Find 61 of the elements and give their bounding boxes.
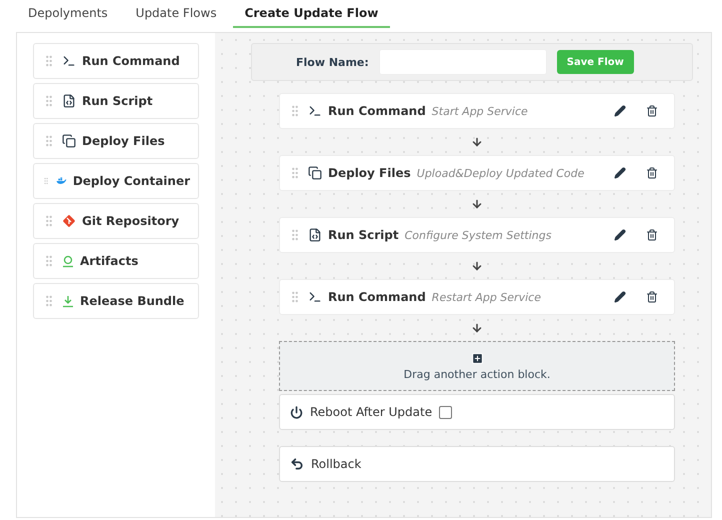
rollback-label: Rollback [311, 457, 362, 471]
action-label: Git Repository [82, 214, 180, 228]
step-description: Start App Service [432, 104, 529, 118]
step-label: Run Command [328, 290, 426, 304]
step-description: Restart App Service [432, 290, 542, 304]
undo-icon [290, 457, 304, 471]
edit-button[interactable] [612, 227, 628, 243]
code-file-icon [62, 94, 76, 108]
action-label: Artifacts [80, 254, 138, 268]
down-arrow-icon [471, 322, 483, 334]
terminal-icon [62, 54, 76, 68]
delete-button[interactable] [644, 103, 660, 119]
action-label: Release Bundle [80, 294, 184, 308]
edit-button[interactable] [612, 289, 628, 305]
download-icon [62, 294, 74, 308]
drop-zone[interactable]: Drag another action block. [279, 341, 675, 391]
terminal-icon [308, 104, 322, 118]
step-label: Run Script [328, 228, 399, 242]
flow-step[interactable]: Run Command Restart App Service [279, 279, 675, 315]
down-arrow-icon [471, 198, 483, 210]
delete-button[interactable] [644, 165, 660, 181]
action-label: Deploy Container [72, 174, 190, 188]
whale-icon [56, 175, 67, 187]
code-file-icon [308, 228, 322, 242]
action-label: Run Script [82, 94, 153, 108]
down-arrow-icon [471, 260, 483, 272]
reboot-checkbox[interactable] [439, 406, 452, 418]
action-block[interactable]: Git Repository [33, 203, 199, 239]
action-block[interactable]: Release Bundle [33, 283, 199, 319]
edit-button[interactable] [612, 103, 628, 119]
flow-step[interactable]: Run Command Start App Service [279, 93, 675, 129]
down-arrow-icon [471, 136, 483, 148]
drop-zone-text: Drag another action block. [404, 368, 550, 380]
action-label: Deploy Files [82, 134, 165, 148]
artifact-icon [62, 254, 74, 268]
rollback-button[interactable]: Rollback [279, 446, 675, 482]
terminal-icon [308, 290, 322, 304]
action-block[interactable]: Run Command [33, 43, 199, 79]
edit-button[interactable] [612, 165, 628, 181]
action-block[interactable]: Deploy Container [33, 163, 199, 199]
step-label: Run Command [328, 104, 426, 118]
tab[interactable]: Update Flows [124, 0, 229, 28]
step-description: Upload&Deploy Updated Code [416, 166, 586, 180]
power-icon [290, 406, 303, 418]
step-label: Deploy Files [328, 166, 411, 180]
tab[interactable]: Depolyments [16, 0, 120, 28]
flow-step[interactable]: Run Script Configure System Settings [279, 217, 675, 253]
delete-button[interactable] [644, 289, 660, 305]
tab[interactable]: Create Update Flow [232, 0, 390, 28]
delete-button[interactable] [644, 227, 660, 243]
reboot-label: Reboot After Update [310, 405, 432, 419]
action-block[interactable]: Deploy Files [33, 123, 199, 159]
step-description: Configure System Settings [404, 228, 552, 242]
add-icon [470, 352, 484, 364]
flow-step[interactable]: Deploy Files Upload&Deploy Updated Code [279, 155, 675, 191]
action-block[interactable]: Artifacts [33, 243, 199, 279]
action-label: Run Command [82, 54, 180, 68]
copy-icon [308, 166, 322, 180]
copy-icon [62, 134, 76, 148]
action-block[interactable]: Run Script [33, 83, 199, 119]
flow-name-label: Flow Name: [296, 56, 369, 68]
